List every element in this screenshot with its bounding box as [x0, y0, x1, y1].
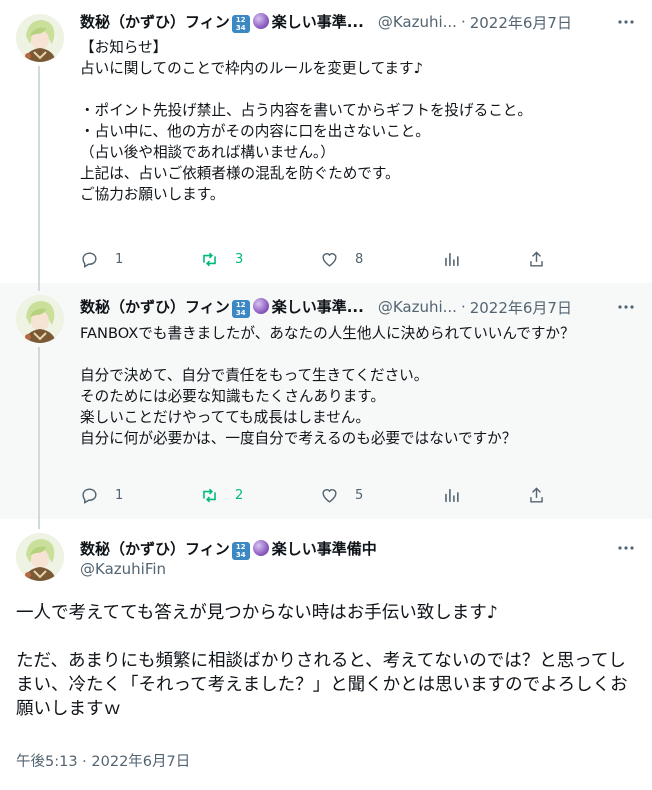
display-name[interactable]: 数秘（かずひ）フィン 12 34 楽しい事準... — [80, 11, 364, 33]
retweet-count: 3 — [235, 251, 244, 267]
tweet-header: 数秘（かずひ）フィン 12 34 楽しい事準... @Kazuhi... · 2022… — [80, 296, 636, 318]
retweet-icon — [203, 488, 216, 502]
reply-icon — [82, 251, 97, 268]
tweet-text: 一人で考えてても答えが見つからない時はお手伝い致します♪ ただ、あまりにも頻繁に… — [16, 603, 628, 719]
heart-icon — [322, 252, 337, 267]
tweet[interactable]: 数秘（かずひ）フィン 12 34 楽しい事準... @Kazuhi... · 2022… — [0, 283, 652, 519]
display-name-suffix: 楽しい事準... — [271, 13, 364, 31]
avatar[interactable] — [16, 14, 64, 62]
thread-line — [38, 283, 40, 291]
user-handle[interactable]: @Kazuhi... — [378, 298, 457, 316]
tweet-actions: 1 3 8 — [80, 248, 550, 270]
user-handle[interactable]: @KazuhiFin — [80, 560, 166, 578]
separator-dot: · — [460, 298, 466, 316]
reply-count: 1 — [115, 251, 124, 267]
share-icon — [530, 486, 543, 503]
numbers-badge-icon: 12 34 — [231, 15, 250, 33]
like-count: 8 — [355, 251, 364, 267]
crystal-ball-icon — [252, 540, 269, 556]
user-handle[interactable]: @Kazuhi... — [378, 13, 457, 31]
display-name[interactable]: 数秘（かずひ）フィン 12 34 楽しい事準... — [80, 296, 364, 318]
display-name-text: 数秘（かずひ）フィン — [80, 540, 230, 558]
tweet-text: 【お知らせ】 占いに関してのことで枠内のルールを変更してます♪ ・ポイント先投げ… — [80, 39, 532, 203]
crystal-ball-icon — [252, 13, 269, 29]
display-name-text: 数秘（かずひ）フィン — [80, 298, 230, 316]
avatar[interactable] — [16, 533, 64, 581]
tweet[interactable]: 数秘（かずひ）フィン 12 34 楽しい事準... @Kazuhi... · 2022… — [0, 0, 652, 283]
tweet-date[interactable]: 2022年6月7日 — [470, 12, 572, 33]
tweet-text: FANBOXでも書きましたが、あなたの人生他人に決められていいんですか？ 自分で… — [80, 325, 575, 447]
reply-count: 1 — [115, 487, 124, 503]
retweet-button[interactable]: 3 — [200, 250, 243, 269]
more-icon[interactable] — [616, 297, 636, 317]
reply-button[interactable]: 1 — [80, 250, 123, 269]
like-button[interactable]: 8 — [320, 250, 363, 269]
tweet-date[interactable]: 2022年6月7日 — [470, 297, 572, 318]
numbers-badge-icon: 12 34 — [231, 542, 250, 560]
views-button[interactable] — [442, 486, 461, 505]
views-icon — [445, 488, 459, 502]
retweet-icon — [203, 252, 216, 266]
display-name-suffix: 楽しい事準備中 — [271, 540, 377, 558]
numbers-badge-icon: 12 34 — [231, 300, 250, 318]
tweet-timestamp[interactable]: 午後5:13 · 2022年6月7日 — [16, 750, 190, 771]
display-name-text: 数秘（かずひ）フィン — [80, 13, 230, 31]
views-icon — [445, 252, 459, 266]
display-name[interactable]: 数秘（かずひ）フィン 12 34 楽しい事準備中 — [80, 538, 377, 560]
separator-dot: · — [460, 13, 466, 31]
thread-line — [38, 347, 40, 519]
heart-icon — [322, 488, 337, 503]
more-icon[interactable] — [616, 538, 636, 558]
share-button[interactable] — [527, 250, 546, 269]
share-icon — [530, 250, 543, 267]
views-button[interactable] — [442, 250, 461, 269]
tweet-header: 数秘（かずひ）フィン 12 34 楽しい事準備中 — [80, 538, 636, 560]
reply-button[interactable]: 1 — [80, 486, 123, 505]
more-icon[interactable] — [616, 12, 636, 32]
tweet-actions: 1 2 5 — [80, 484, 550, 506]
reply-icon — [82, 487, 97, 504]
tweet-header: 数秘（かずひ）フィン 12 34 楽しい事準... @Kazuhi... · 2022… — [80, 11, 636, 33]
focused-tweet: 数秘（かずひ）フィン 12 34 楽しい事準備中 @KazuhiFin 一人で考えてて… — [0, 519, 652, 790]
retweet-button[interactable]: 2 — [200, 486, 243, 505]
avatar[interactable] — [16, 295, 64, 343]
display-name-suffix: 楽しい事準... — [271, 298, 364, 316]
thread-line — [38, 519, 40, 529]
share-button[interactable] — [527, 486, 546, 505]
retweet-count: 2 — [235, 487, 244, 503]
like-count: 5 — [355, 487, 364, 503]
like-button[interactable]: 5 — [320, 486, 363, 505]
crystal-ball-icon — [252, 298, 269, 314]
thread-line — [38, 66, 40, 283]
